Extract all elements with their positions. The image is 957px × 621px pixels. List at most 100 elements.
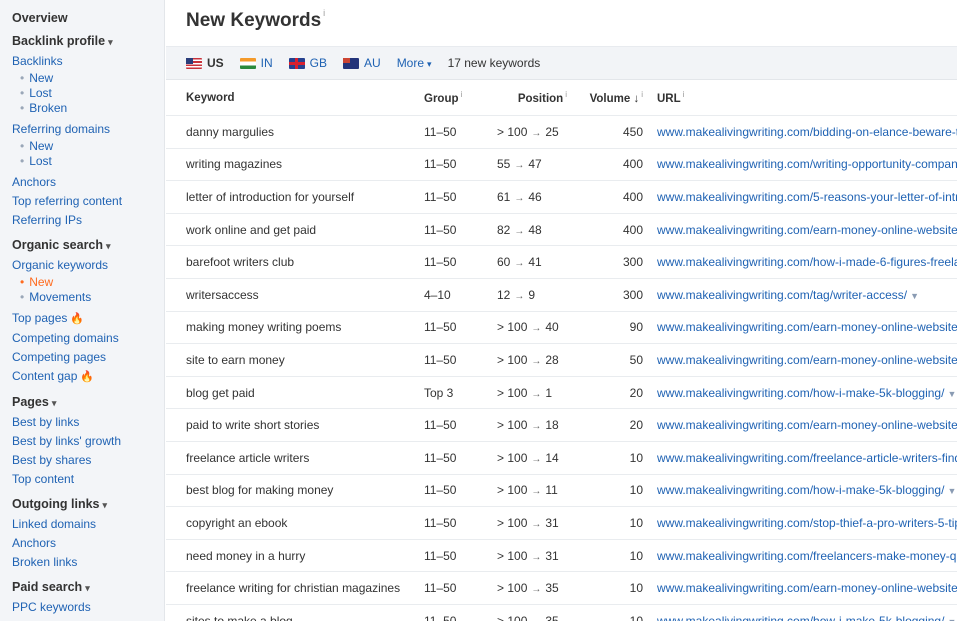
table-row[interactable]: danny margulies 11–50 > 100 → 25 450 www.makea… bbox=[166, 115, 957, 149]
sidebar-item-referring-domains[interactable]: Referring domains bbox=[12, 120, 164, 139]
url-link[interactable]: www.makealivingwriting.com/earn-money-on… bbox=[657, 320, 957, 334]
sidebar-item-content-gap[interactable]: Content gap 🔥 bbox=[12, 367, 164, 387]
table-row[interactable]: best blog for making money 11–50 > 100 → 11 1… bbox=[166, 473, 957, 507]
sidebar-item-backlinks-new[interactable]: • New bbox=[12, 71, 164, 86]
url-cell: www.makealivingwriting.com/writing-oppor… bbox=[643, 147, 957, 181]
keyword-cell[interactable]: site to earn money bbox=[166, 343, 424, 377]
tab-country-au[interactable]: AU bbox=[343, 56, 381, 70]
chevron-down-icon[interactable]: ▼ bbox=[947, 617, 956, 621]
url-link[interactable]: www.makealivingwriting.com/bidding-on-el… bbox=[657, 125, 957, 139]
table-row[interactable]: making money writing poems 11–50 > 100 → 40 9… bbox=[166, 310, 957, 344]
sidebar-item-backlinks-broken[interactable]: • Broken bbox=[12, 101, 164, 116]
table-row[interactable]: paid to write short stories 11–50 > 100 → 18… bbox=[166, 408, 957, 442]
table-row[interactable]: barefoot writers club 11–50 60 → 41 300 www.ma… bbox=[166, 245, 957, 279]
keyword-cell[interactable]: writing magazines bbox=[166, 147, 424, 181]
chevron-down-icon[interactable]: ▼ bbox=[910, 291, 919, 301]
sidebar-organic-search[interactable]: Organic search ▾ bbox=[12, 236, 164, 256]
sidebar-item-linked-domains[interactable]: Linked domains bbox=[12, 515, 164, 534]
sidebar-item-backlinks-lost[interactable]: • Lost bbox=[12, 86, 164, 101]
column-header-url[interactable]: URL i bbox=[643, 80, 957, 116]
info-icon[interactable]: i bbox=[683, 90, 685, 99]
table-row[interactable]: sites to make a blog11–50 > 100→ 35 10 www.m… bbox=[166, 603, 957, 621]
table-row[interactable]: freelance article writers 11–50 > 100 → 14 10… bbox=[166, 440, 957, 475]
keyword-cell[interactable]: best blog for making money bbox=[166, 473, 424, 507]
more-countries-dropdown[interactable]: More ▾ bbox=[397, 56, 432, 70]
sidebar-item-refdomains-lost[interactable]: • Lost bbox=[12, 154, 164, 169]
keyword-cell[interactable]: writersaccess bbox=[166, 277, 424, 312]
table-row[interactable]: work online and get paid 11–50 82 → 48 400 www… bbox=[166, 212, 957, 246]
url-link[interactable]: www.makealivingwriting.com/earn-money-on… bbox=[657, 581, 957, 595]
sidebar-item-top-pages[interactable]: Top pages 🔥 bbox=[12, 309, 164, 329]
sidebar-item-refdomains-new[interactable]: • New bbox=[12, 139, 164, 154]
url-link[interactable]: www.makealivingwriting.com/how-i-make-5k… bbox=[657, 483, 944, 497]
sidebar-overview[interactable]: Overview bbox=[12, 9, 164, 28]
sidebar-item-broken-links[interactable]: Broken links bbox=[12, 553, 164, 572]
table-row[interactable]: writing magazines 11–50 55 → 47 400 www.makeal… bbox=[166, 147, 957, 181]
sidebar-item-anchors[interactable]: Anchors bbox=[12, 173, 164, 192]
info-icon[interactable]: i bbox=[565, 90, 567, 99]
url-link[interactable]: www.makealivingwriting.com/stop-thief-a-… bbox=[657, 516, 957, 530]
sidebar-pages[interactable]: Pages ▾ bbox=[12, 393, 164, 413]
tab-country-us[interactable]: US bbox=[186, 56, 224, 70]
sidebar-item-ppc-keywords[interactable]: PPC keywords bbox=[12, 598, 164, 617]
keyword-cell[interactable]: barefoot writers club bbox=[166, 245, 424, 279]
table-row[interactable]: freelance writing for christian magazine… bbox=[166, 571, 957, 605]
url-link[interactable]: www.makealivingwriting.com/writing-oppor… bbox=[657, 157, 957, 171]
sidebar-item-competing-domains[interactable]: Competing domains bbox=[12, 329, 164, 348]
sidebar-item-organic-movements[interactable]: • Movements bbox=[12, 290, 164, 305]
table-row[interactable]: copyright an ebook 11–50 > 100 → 31 10 www.mak… bbox=[166, 506, 957, 540]
url-link[interactable]: www.makealivingwriting.com/earn-money-on… bbox=[657, 223, 957, 237]
info-icon[interactable]: i bbox=[641, 90, 643, 99]
sidebar-item-backlinks[interactable]: Backlinks bbox=[12, 52, 164, 71]
sidebar-item-best-by-links[interactable]: Best by links bbox=[12, 413, 164, 432]
sidebar-item-organic-keywords[interactable]: Organic keywords bbox=[12, 256, 164, 275]
column-header-keyword[interactable]: Keyword bbox=[166, 80, 424, 116]
sidebar-item-outgoing-anchors[interactable]: Anchors bbox=[12, 534, 164, 553]
url-link[interactable]: www.makealivingwriting.com/5-reasons-you… bbox=[657, 190, 957, 204]
chevron-down-icon[interactable]: ▼ bbox=[947, 389, 956, 399]
url-link[interactable]: www.makealivingwriting.com/freelance-art… bbox=[657, 451, 957, 465]
table-row[interactable]: writersaccess 4–10 12 → 9 300 www.makealivingw… bbox=[166, 277, 957, 312]
url-link[interactable]: www.makealivingwriting.com/how-i-make-5k… bbox=[657, 386, 944, 400]
keyword-cell[interactable]: danny margulies bbox=[166, 115, 424, 149]
keyword-cell[interactable]: sites to make a blog bbox=[166, 603, 424, 621]
sidebar-item-top-content[interactable]: Top content bbox=[12, 470, 164, 489]
tab-country-gb[interactable]: GB bbox=[288, 56, 327, 70]
sidebar-outgoing-links[interactable]: Outgoing links ▾ bbox=[12, 495, 164, 515]
column-header-group[interactable]: Group i bbox=[424, 80, 472, 116]
keyword-cell[interactable]: need money in a hurry bbox=[166, 538, 424, 572]
keyword-cell[interactable]: work online and get paid bbox=[166, 212, 424, 246]
arrow-right-icon: → bbox=[514, 160, 525, 172]
sidebar-item-best-by-shares[interactable]: Best by shares bbox=[12, 451, 164, 470]
column-header-volume[interactable]: Volume ↓ i bbox=[567, 80, 643, 116]
url-link[interactable]: www.makealivingwriting.com/how-i-made-6-… bbox=[657, 255, 957, 269]
sidebar-paid-search[interactable]: Paid search ▾ bbox=[12, 578, 164, 598]
keyword-cell[interactable]: making money writing poems bbox=[166, 310, 424, 344]
url-link[interactable]: www.makealivingwriting.com/how-i-make-5k… bbox=[657, 614, 944, 621]
keyword-cell[interactable]: freelance article writers bbox=[166, 440, 424, 475]
keyword-cell[interactable]: blog get paid bbox=[166, 375, 424, 409]
sidebar-item-top-referring-content[interactable]: Top referring content bbox=[12, 192, 164, 211]
url-link[interactable]: www.makealivingwriting.com/freelancers-m… bbox=[657, 549, 957, 563]
keyword-cell[interactable]: freelance writing for christian magazine… bbox=[166, 571, 424, 605]
url-link[interactable]: www.makealivingwriting.com/tag/writer-ac… bbox=[657, 288, 907, 302]
sidebar-item-competing-pages[interactable]: Competing pages bbox=[12, 348, 164, 367]
table-row[interactable]: site to earn money 11–50 > 100 → 28 50 www.mak… bbox=[166, 343, 957, 377]
sidebar-backlink-profile[interactable]: Backlink profile ▾ bbox=[12, 32, 164, 52]
column-header-position[interactable]: Position i bbox=[472, 80, 567, 116]
table-row[interactable]: blog get paid Top 3 > 100 → 1 20 www.makealivi… bbox=[166, 375, 957, 409]
info-icon[interactable]: i bbox=[323, 8, 325, 18]
keyword-cell[interactable]: letter of introduction for yourself bbox=[166, 180, 424, 214]
sidebar-item-best-by-links-growth[interactable]: Best by links' growth bbox=[12, 432, 164, 451]
url-link[interactable]: www.makealivingwriting.com/earn-money-on… bbox=[657, 353, 957, 367]
sidebar-item-organic-new[interactable]: • New bbox=[12, 275, 164, 290]
chevron-down-icon[interactable]: ▼ bbox=[947, 486, 956, 496]
table-row[interactable]: letter of introduction for yourself 11–50… bbox=[166, 180, 957, 214]
tab-country-in[interactable]: IN bbox=[239, 56, 273, 70]
keyword-cell[interactable]: copyright an ebook bbox=[166, 506, 424, 540]
sidebar-item-referring-ips[interactable]: Referring IPs bbox=[12, 211, 164, 230]
keyword-cell[interactable]: paid to write short stories bbox=[166, 408, 424, 442]
table-row[interactable]: need money in a hurry 11–50 > 100 → 31 10 www.… bbox=[166, 538, 957, 572]
url-link[interactable]: www.makealivingwriting.com/earn-money-on… bbox=[657, 418, 957, 432]
info-icon[interactable]: i bbox=[461, 90, 463, 99]
